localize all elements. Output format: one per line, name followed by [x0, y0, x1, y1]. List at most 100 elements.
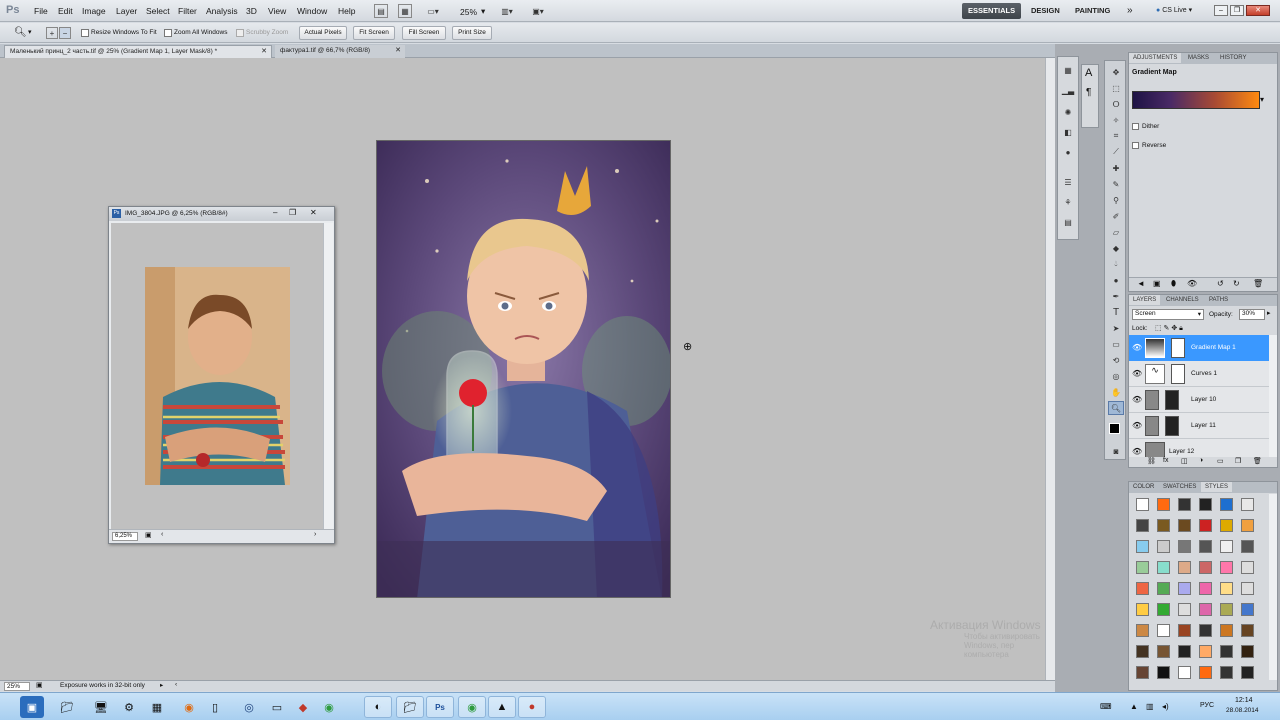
language-indicator[interactable]: РУС — [1200, 702, 1214, 709]
tab-adjustments[interactable]: ADJUSTMENTS — [1129, 53, 1182, 63]
style-swatch[interactable] — [1199, 498, 1212, 511]
eye-icon[interactable]: 👁︎ — [1132, 447, 1142, 456]
style-swatch[interactable] — [1157, 540, 1170, 553]
visibility-icon[interactable]: 👁︎ — [1187, 279, 1197, 288]
previous-state-icon[interactable]: ↺ — [1217, 279, 1224, 288]
marquee-tool-icon[interactable]: ⬚ — [1108, 81, 1124, 95]
start-button-icon[interactable]: ▣ — [20, 696, 44, 718]
new-group-icon[interactable]: ▭ — [1217, 457, 1224, 465]
style-swatch[interactable] — [1178, 582, 1191, 595]
layer-row[interactable]: 👁︎ ∿ Curves 1 — [1129, 361, 1269, 387]
tab-channels[interactable]: CHANNELS — [1162, 295, 1203, 305]
link-layers-icon[interactable]: ⛓︎ — [1147, 457, 1156, 465]
dodge-tool-icon[interactable]: ● — [1108, 273, 1124, 287]
quick-mask-icon[interactable]: ◙ — [1108, 445, 1124, 457]
style-swatch[interactable] — [1220, 540, 1233, 553]
trash-icon[interactable]: 🗑︎ — [1253, 457, 1262, 465]
tab-main-document[interactable]: Маленький принц_2 часть.tif @ 25% (Gradi… — [4, 45, 272, 58]
style-swatch[interactable] — [1220, 561, 1233, 574]
style-swatch[interactable] — [1220, 582, 1233, 595]
layer-row[interactable]: 👁︎ Layer 11 — [1129, 413, 1269, 439]
trash-icon[interactable]: 🗑︎ — [1253, 279, 1263, 288]
monitor-icon[interactable]: ▭ — [266, 696, 288, 718]
menu-window[interactable]: Window — [297, 6, 327, 16]
canvas-area[interactable]: ⊕ Ps IMG_3804.JPG @ 6,25% (RGB/8#) – ❐ ✕ — [0, 58, 1055, 680]
workspace-essentials[interactable]: ESSENTIALS — [962, 3, 1022, 19]
cs-live-button[interactable]: ● CS Live ▾ — [1156, 6, 1192, 14]
back-icon[interactable]: ◄ — [1137, 279, 1145, 288]
actions-icon[interactable]: ☰ — [1061, 175, 1075, 189]
scroll-left-icon[interactable]: ‹ — [161, 531, 163, 538]
navigator-icon[interactable]: ✺ — [1061, 105, 1075, 119]
workspace-painting[interactable]: PAINTING — [1069, 3, 1116, 19]
expand-view-icon[interactable]: ▣ — [1153, 279, 1161, 288]
gradient-preview[interactable] — [1132, 91, 1260, 109]
clock-time[interactable]: 12:14 — [1235, 697, 1253, 704]
volume-icon[interactable]: ◂) — [1162, 702, 1169, 711]
tab-swatches[interactable]: SWATCHES — [1159, 482, 1200, 492]
history-brush-icon[interactable]: ✐ — [1108, 209, 1124, 223]
healing-brush-icon[interactable]: ✚ — [1108, 161, 1124, 175]
style-swatch[interactable] — [1136, 645, 1149, 658]
taskbar-button[interactable]: ● — [518, 696, 546, 718]
workspace-design[interactable]: DESIGN — [1025, 3, 1066, 19]
chevron-down-icon[interactable]: ▾ — [481, 6, 485, 17]
info-icon[interactable]: ▣ — [145, 531, 152, 539]
style-swatch[interactable] — [1157, 519, 1170, 532]
clip-layer-icon[interactable]: ⬮ — [1171, 279, 1176, 289]
fill-screen-button[interactable]: Fill Screen — [402, 26, 446, 40]
view-extras-icon[interactable]: ▭▾ — [423, 4, 443, 18]
style-swatch[interactable] — [1199, 519, 1212, 532]
style-swatch[interactable] — [1220, 498, 1233, 511]
zoom-out-icon[interactable]: − — [59, 27, 71, 39]
style-swatch[interactable] — [1157, 582, 1170, 595]
character-icon[interactable]: A — [1085, 67, 1092, 79]
network-icon[interactable]: ▥ — [1146, 702, 1154, 711]
arrange-docs-icon[interactable]: ▥▾ — [497, 4, 517, 18]
style-swatch[interactable] — [1241, 603, 1254, 616]
info-icon[interactable]: ▣ — [36, 681, 43, 689]
window-icon[interactable]: ▦ — [146, 696, 168, 718]
style-swatch[interactable] — [1136, 666, 1149, 679]
clone-stamp-icon[interactable]: ⚲ — [1108, 193, 1124, 207]
document-icon[interactable]: ▯ — [204, 696, 226, 718]
status-menu-icon[interactable]: ▸ — [160, 681, 163, 689]
tab-masks[interactable]: MASKS — [1184, 53, 1213, 63]
style-swatch[interactable] — [1157, 666, 1170, 679]
style-swatch[interactable] — [1241, 519, 1254, 532]
fit-screen-button[interactable]: Fit Screen — [353, 26, 395, 40]
style-swatch[interactable] — [1178, 645, 1191, 658]
style-swatch[interactable] — [1220, 603, 1233, 616]
restore-icon[interactable]: ❐ — [289, 208, 296, 217]
layer-row[interactable]: 👁︎ Gradient Map 1 — [1129, 335, 1269, 361]
minimize-icon[interactable]: – — [273, 208, 277, 217]
foreground-color-swatch[interactable] — [1109, 423, 1120, 434]
zoom-tool-icon[interactable]: 🔍︎ — [14, 27, 27, 38]
style-swatch[interactable] — [1157, 645, 1170, 658]
blend-mode-select[interactable]: Screen ▾ — [1132, 309, 1204, 320]
scroll-right-icon[interactable]: › — [314, 531, 316, 538]
taskbar-button[interactable]: ▲ — [488, 696, 516, 718]
tray-arrow-icon[interactable]: ▲ — [1130, 702, 1138, 711]
eraser-icon[interactable]: ▱ — [1108, 225, 1124, 239]
info-circle-icon[interactable]: ● — [1061, 145, 1075, 159]
canvas-vertical-scrollbar[interactable] — [1045, 58, 1055, 680]
style-swatch[interactable] — [1178, 666, 1191, 679]
menu-edit[interactable]: Edit — [58, 6, 73, 16]
red-app-icon[interactable]: ◆ — [292, 696, 314, 718]
window-zoom-value[interactable]: 6,25% — [112, 532, 138, 541]
vertical-scrollbar[interactable] — [323, 223, 333, 529]
crop-tool-icon[interactable]: ⌗ — [1108, 129, 1124, 143]
style-swatch[interactable] — [1241, 540, 1254, 553]
firefox-icon[interactable]: ◉ — [178, 696, 200, 718]
taskbar-button[interactable]: ◉ — [458, 696, 486, 718]
close-icon[interactable]: ✕ — [261, 47, 267, 55]
style-swatch[interactable] — [1220, 666, 1233, 679]
lasso-tool-icon[interactable]: ⵔ — [1108, 97, 1124, 111]
paragraph-icon[interactable]: ¶ — [1086, 87, 1091, 98]
floating-document-window[interactable]: Ps IMG_3804.JPG @ 6,25% (RGB/8#) – ❐ ✕ 6… — [108, 206, 335, 544]
paint-bucket-icon[interactable]: ◆ — [1108, 241, 1124, 255]
style-swatch[interactable] — [1136, 603, 1149, 616]
tab-styles[interactable]: STYLES — [1201, 482, 1233, 492]
menu-3d[interactable]: 3D — [246, 6, 257, 16]
